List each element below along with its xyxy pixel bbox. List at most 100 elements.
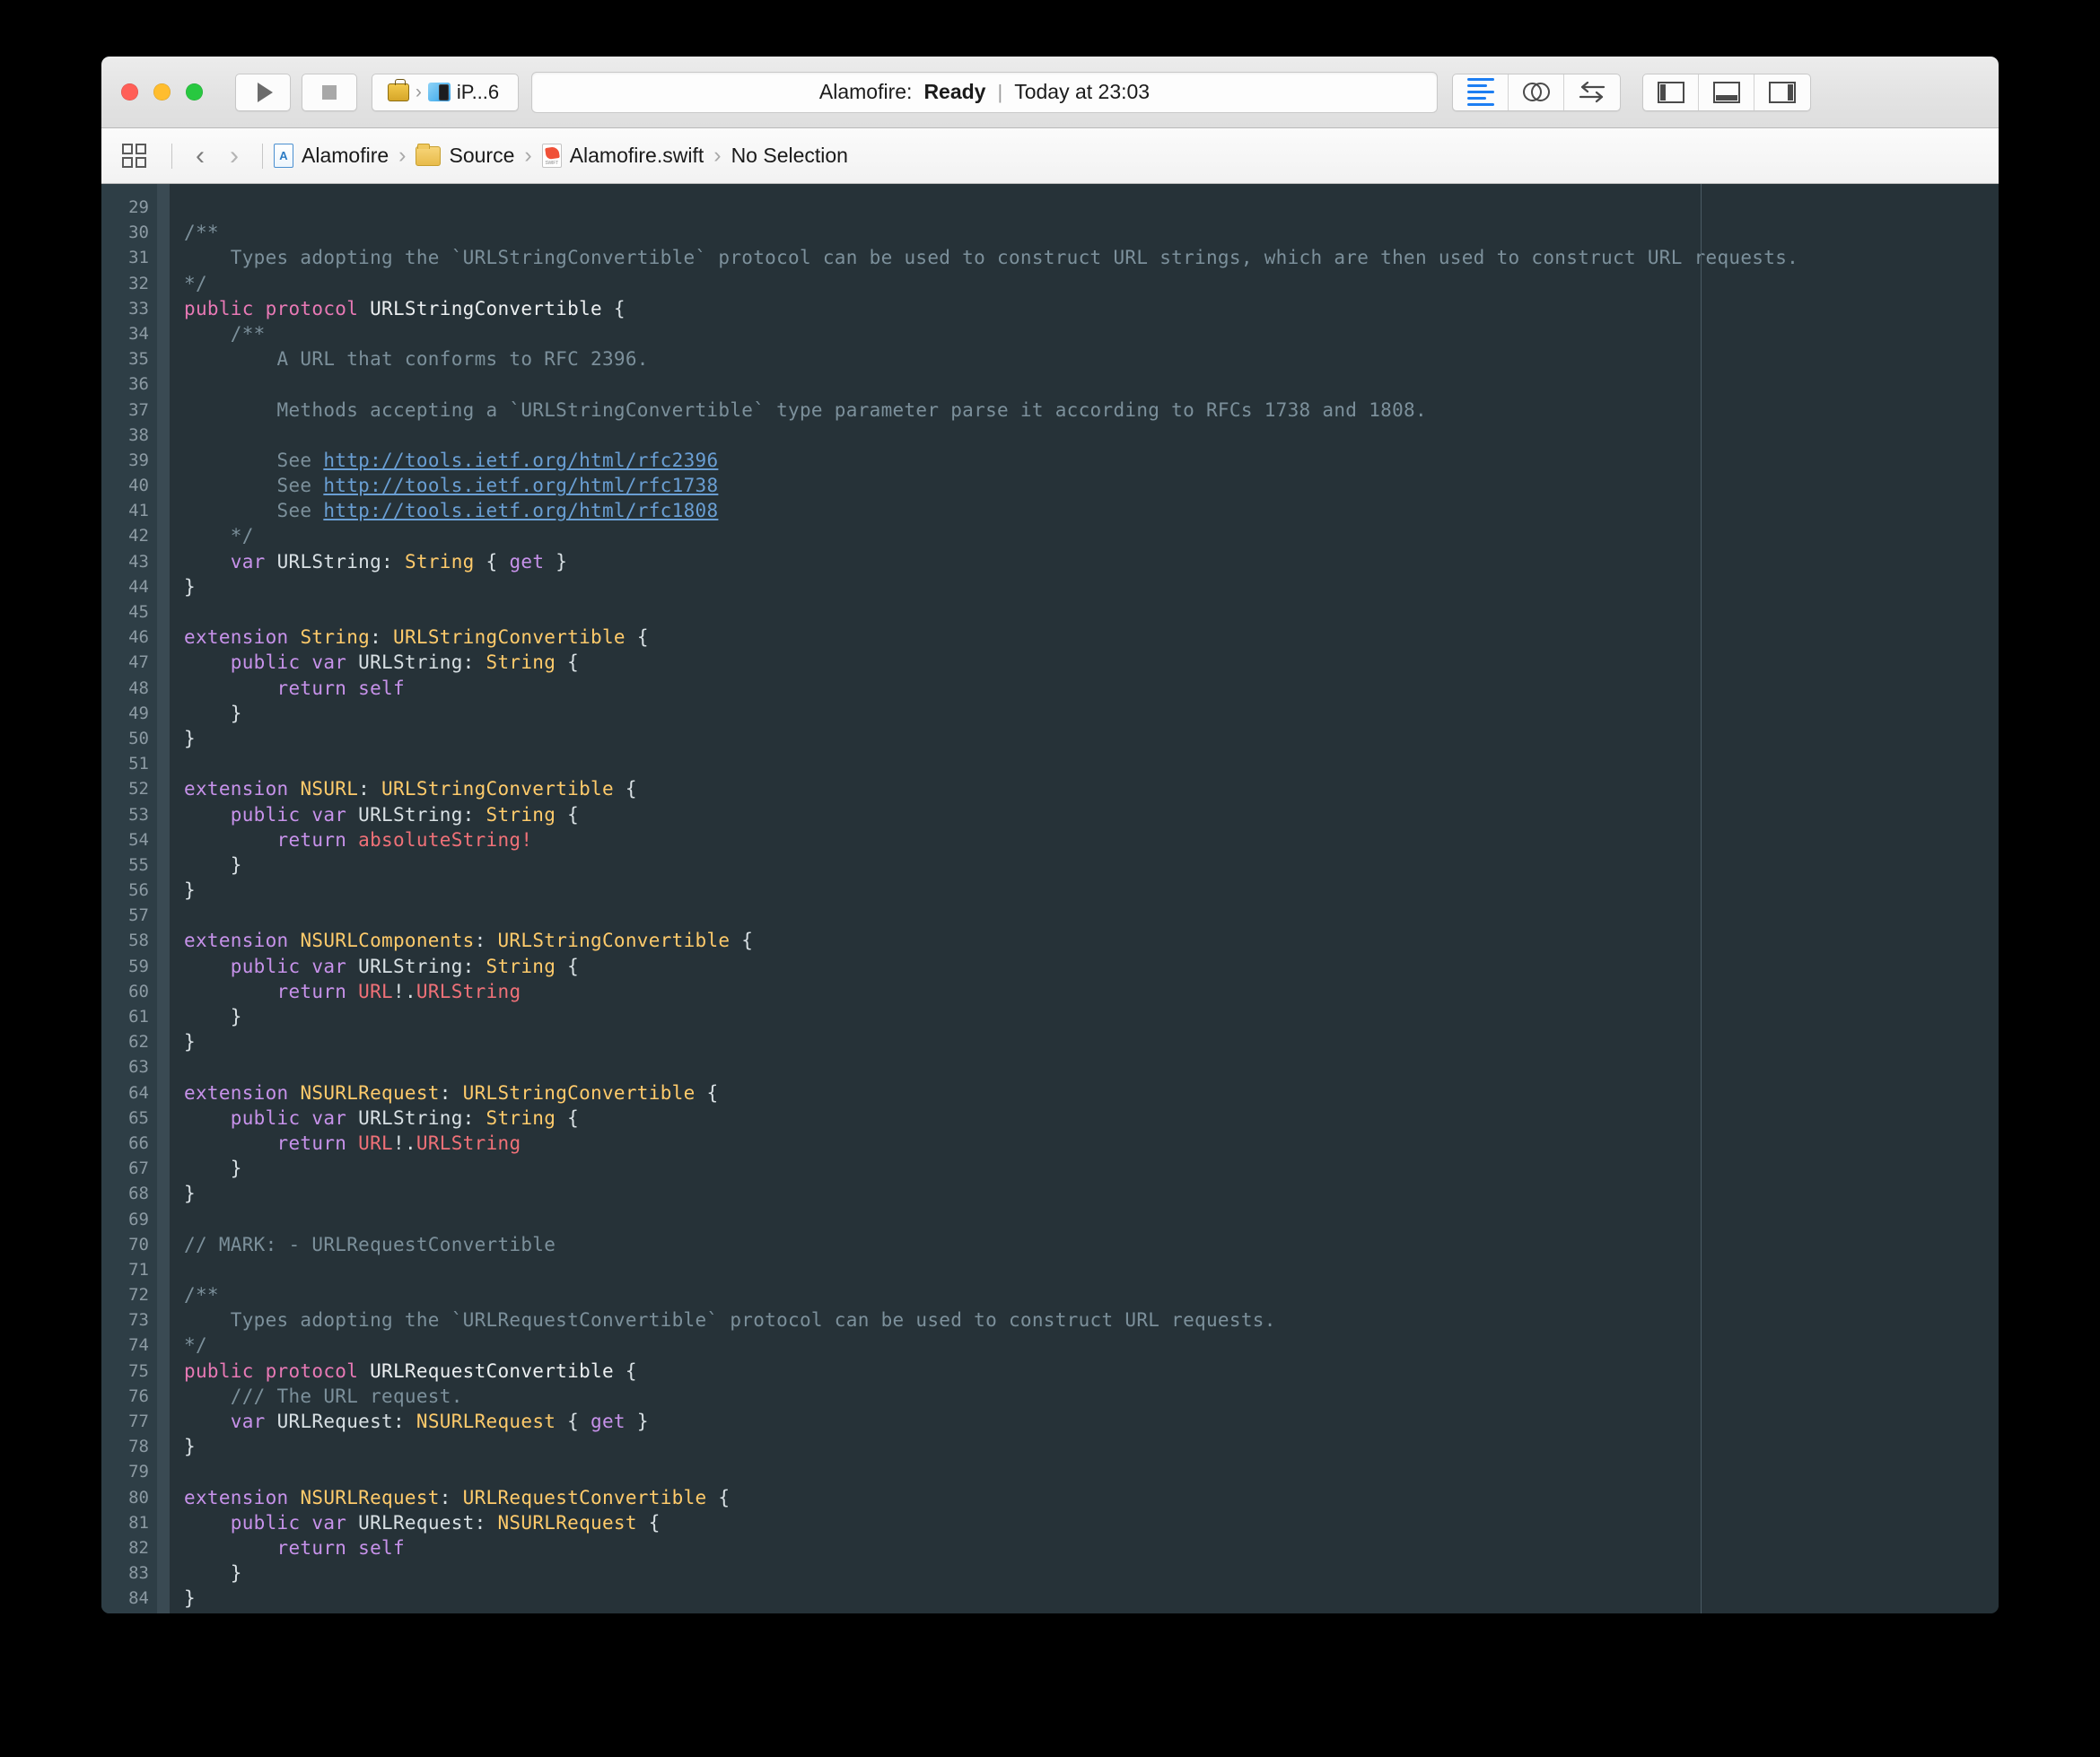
code-line[interactable]: */: [184, 271, 1999, 296]
code-line[interactable]: return self: [184, 1535, 1999, 1560]
code-line[interactable]: [184, 903, 1999, 928]
right-panel-icon: [1769, 82, 1796, 103]
run-button[interactable]: [235, 74, 291, 111]
code-line[interactable]: extension NSURLComponents: URLStringConv…: [184, 928, 1999, 953]
source-editor[interactable]: 2930313233343536373839404142434445464748…: [101, 184, 1999, 1613]
code-line[interactable]: /**: [184, 321, 1999, 346]
code-line[interactable]: }: [184, 726, 1999, 751]
code-line[interactable]: public var URLString: String {: [184, 802, 1999, 827]
standard-editor-button[interactable]: [1453, 74, 1509, 110]
code-content[interactable]: /** Types adopting the `URLStringConvert…: [170, 184, 1999, 1613]
back-button[interactable]: ‹: [183, 143, 217, 170]
breadcrumb-item-selection[interactable]: No Selection: [731, 144, 848, 168]
code-line[interactable]: public var URLString: String {: [184, 650, 1999, 675]
code-line[interactable]: Types adopting the `URLStringConvertible…: [184, 245, 1999, 270]
code-line[interactable]: [184, 1054, 1999, 1080]
code-token: extension: [184, 1082, 300, 1104]
stop-button[interactable]: [302, 74, 357, 111]
code-line[interactable]: /**: [184, 220, 1999, 245]
code-token: return: [277, 1132, 359, 1154]
code-line[interactable]: public protocol URLRequestConvertible {: [184, 1359, 1999, 1384]
code-line[interactable]: [184, 1612, 1999, 1614]
code-link[interactable]: http://tools.ietf.org/html/rfc1738: [323, 475, 718, 496]
breadcrumb-item-project[interactable]: Alamofire: [274, 144, 389, 168]
breadcrumb-item-folder[interactable]: Source: [416, 144, 514, 168]
code-line[interactable]: }: [184, 1029, 1999, 1054]
code-line[interactable]: [184, 1257, 1999, 1282]
related-items-button[interactable]: [118, 142, 150, 170]
line-number: 30: [101, 220, 157, 245]
code-line[interactable]: [184, 1459, 1999, 1484]
code-line[interactable]: extension NSURLRequest: URLStringConvert…: [184, 1080, 1999, 1106]
line-number: 60: [101, 979, 157, 1004]
status-state: Ready: [923, 80, 985, 104]
code-line[interactable]: /**: [184, 1282, 1999, 1307]
code-token: NSURLComponents: [300, 930, 474, 951]
code-line[interactable]: /// The URL request.: [184, 1384, 1999, 1409]
scheme-selector[interactable]: › iP...6: [372, 74, 519, 111]
code-token: {: [567, 1107, 579, 1129]
close-button[interactable]: [121, 83, 138, 101]
line-number: 63: [101, 1054, 157, 1080]
code-token: {: [741, 930, 753, 951]
code-line[interactable]: var URLString: String { get }: [184, 549, 1999, 574]
code-line[interactable]: }: [184, 1586, 1999, 1611]
navigator-toggle-button[interactable]: [1643, 74, 1699, 110]
code-token: public protocol: [184, 1360, 370, 1382]
code-line[interactable]: public var URLString: String {: [184, 954, 1999, 979]
code-token: return self: [277, 1537, 405, 1559]
code-line[interactable]: [184, 751, 1999, 776]
code-line[interactable]: public var URLRequest: NSURLRequest {: [184, 1510, 1999, 1535]
code-line[interactable]: [184, 195, 1999, 220]
minimize-button[interactable]: [153, 83, 171, 101]
code-line[interactable]: return URL!.URLString: [184, 979, 1999, 1004]
change-ribbon: [157, 184, 170, 1613]
code-line[interactable]: }: [184, 1004, 1999, 1029]
code-line[interactable]: }: [184, 574, 1999, 599]
code-line[interactable]: A URL that conforms to RFC 2396.: [184, 346, 1999, 372]
code-line[interactable]: public var URLString: String {: [184, 1106, 1999, 1131]
zoom-button[interactable]: [186, 83, 203, 101]
code-line[interactable]: extension String: URLStringConvertible {: [184, 625, 1999, 650]
code-line[interactable]: return URL!.URLString: [184, 1131, 1999, 1156]
code-line[interactable]: extension NSURL: URLStringConvertible {: [184, 776, 1999, 801]
code-link[interactable]: http://tools.ietf.org/html/rfc2396: [323, 450, 718, 471]
activity-status-field[interactable]: Alamofire: Ready | Today at 23:03: [531, 72, 1438, 113]
version-editor-button[interactable]: [1564, 74, 1620, 110]
code-line[interactable]: public protocol URLStringConvertible {: [184, 296, 1999, 321]
code-link[interactable]: http://tools.ietf.org/html/rfc1808: [323, 500, 718, 521]
code-line[interactable]: }: [184, 701, 1999, 726]
code-token: {: [637, 626, 649, 648]
breadcrumb-item-file[interactable]: Alamofire.swift: [542, 144, 704, 168]
code-line[interactable]: }: [184, 878, 1999, 903]
code-line[interactable]: */: [184, 523, 1999, 548]
code-line[interactable]: return absoluteString!: [184, 827, 1999, 852]
code-line[interactable]: }: [184, 852, 1999, 878]
code-line[interactable]: [184, 423, 1999, 448]
code-line[interactable]: return self: [184, 676, 1999, 701]
code-line[interactable]: See http://tools.ietf.org/html/rfc1808: [184, 498, 1999, 523]
code-token: NSURLRequest: [497, 1512, 648, 1534]
code-line[interactable]: }: [184, 1156, 1999, 1181]
utilities-toggle-button[interactable]: [1754, 74, 1810, 110]
code-line[interactable]: Methods accepting a `URLStringConvertibl…: [184, 398, 1999, 423]
code-line[interactable]: }: [184, 1181, 1999, 1206]
code-line[interactable]: [184, 372, 1999, 397]
code-token: extension: [184, 930, 300, 951]
debug-area-toggle-button[interactable]: [1699, 74, 1754, 110]
code-line[interactable]: Types adopting the `URLRequestConvertibl…: [184, 1307, 1999, 1333]
code-line[interactable]: var URLRequest: NSURLRequest { get }: [184, 1409, 1999, 1434]
code-line[interactable]: */: [184, 1333, 1999, 1358]
line-number: 59: [101, 954, 157, 979]
code-line[interactable]: }: [184, 1560, 1999, 1586]
code-line[interactable]: [184, 599, 1999, 625]
code-line[interactable]: }: [184, 1434, 1999, 1459]
code-token: }: [184, 1183, 196, 1204]
code-line[interactable]: [184, 1207, 1999, 1232]
code-line[interactable]: extension NSURLRequest: URLRequestConver…: [184, 1485, 1999, 1510]
code-line[interactable]: // MARK: - URLRequestConvertible: [184, 1232, 1999, 1257]
code-line[interactable]: See http://tools.ietf.org/html/rfc2396: [184, 448, 1999, 473]
assistant-editor-button[interactable]: [1509, 74, 1564, 110]
code-line[interactable]: See http://tools.ietf.org/html/rfc1738: [184, 473, 1999, 498]
forward-button[interactable]: ›: [217, 143, 251, 170]
